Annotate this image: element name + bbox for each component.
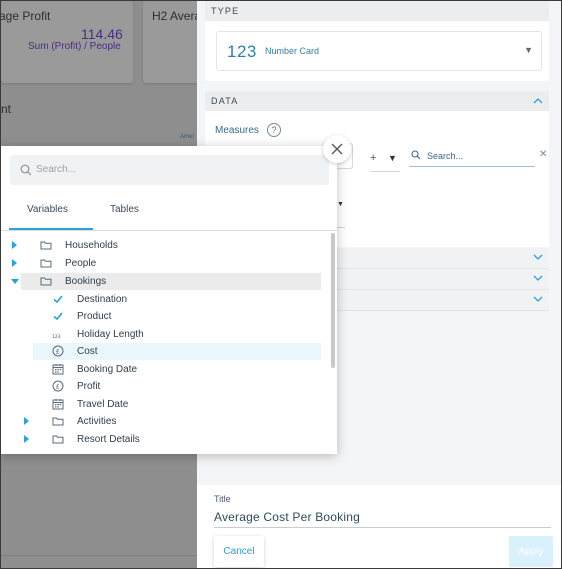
- title-label: Title: [214, 494, 231, 504]
- tree-item-label: Travel Date: [77, 399, 129, 410]
- chart-type-label: Number Card: [265, 46, 320, 56]
- caret-down-icon[interactable]: ▼: [337, 201, 344, 208]
- data-section-heading[interactable]: DATA: [205, 91, 549, 111]
- title-input[interactable]: Average Cost Per Booking: [214, 510, 360, 524]
- divider: [337, 227, 345, 228]
- tree-item-label: Activities: [77, 416, 117, 427]
- expand-arrow-icon[interactable]: [24, 417, 29, 425]
- tree-item-label: Destination: [77, 294, 128, 305]
- app-window: age Profit 114.46 Sum (Profit) / People …: [0, 0, 562, 569]
- chevron-down-icon[interactable]: [533, 294, 543, 304]
- footer: Title Average Cost Per Booking Cancel Ap…: [197, 485, 561, 568]
- cancel-button[interactable]: Cancel: [214, 536, 264, 567]
- svg-text:₁₂₃: ₁₂₃: [52, 332, 61, 340]
- tree-item-holiday-length[interactable]: ₁₂₃ Holiday Length: [33, 326, 321, 343]
- chevron-down-icon[interactable]: [533, 273, 543, 283]
- folder-icon: [40, 241, 52, 250]
- close-popup-button[interactable]: [323, 135, 351, 163]
- tree-item-label: Households: [65, 240, 118, 251]
- partial-text: nt: [1, 102, 12, 116]
- tree-item-label: Cost: [77, 346, 98, 357]
- tree-item-label: Holiday Length: [77, 329, 144, 340]
- tab-tables[interactable]: Tables: [110, 204, 139, 215]
- tree-item-resort-details[interactable]: Resort Details: [1, 431, 321, 448]
- tree-item-label: Bookings: [65, 276, 107, 287]
- search-icon: [20, 164, 32, 176]
- apply-button[interactable]: Apply: [509, 536, 553, 567]
- scrollbar-thumb[interactable]: [331, 233, 335, 368]
- tree-item-label: Booking Date: [77, 364, 138, 375]
- numeric-icon: ₁₂₃: [52, 332, 61, 340]
- chart-type-select[interactable]: 123 Number Card ▼: [216, 31, 542, 71]
- tree-item-households[interactable]: Households: [1, 237, 321, 254]
- calendar-icon: [52, 364, 64, 375]
- variable-search-input[interactable]: Search...: [10, 155, 329, 185]
- chevron-up-icon[interactable]: [533, 96, 543, 106]
- currency-icon: £: [52, 380, 64, 392]
- folder-icon: [40, 259, 52, 268]
- variable-search-placeholder: Search...: [36, 164, 77, 175]
- folder-icon: [40, 277, 52, 286]
- check-icon: [53, 295, 63, 304]
- help-icon[interactable]: ?: [267, 123, 281, 137]
- operator-plus: +: [370, 152, 377, 164]
- svg-text:£: £: [56, 383, 60, 391]
- search-icon: [411, 150, 421, 160]
- check-icon: [53, 312, 63, 321]
- collapse-arrow-icon[interactable]: [11, 279, 19, 284]
- mini-label: Amer: [180, 134, 195, 140]
- measure-search-placeholder: Search...: [427, 151, 464, 161]
- operator-underline: [370, 171, 400, 172]
- tree-item-cost[interactable]: £ Cost: [33, 343, 321, 360]
- tree-item-label: Product: [77, 311, 112, 322]
- metric-card-title: H2 Avera: [152, 9, 202, 23]
- tree-item-label: Resort Details: [77, 434, 140, 445]
- close-icon: [331, 143, 343, 155]
- variable-picker: Search... Variables Tables Households Pe…: [1, 146, 337, 454]
- metric-card-value: 114.46: [81, 26, 123, 42]
- metric-card-subtitle: Sum (Profit) / People: [28, 41, 121, 52]
- operator-caret-icon[interactable]: ▼: [388, 153, 397, 163]
- metric-card-title: age Profit: [0, 9, 51, 23]
- chevron-down-icon[interactable]: [533, 252, 543, 262]
- folder-icon: [52, 417, 64, 426]
- metric-card[interactable]: age Profit 114.46 Sum (Profit) / People: [1, 1, 133, 83]
- tree-item-label: Profit: [77, 381, 101, 392]
- svg-text:£: £: [56, 348, 60, 356]
- title-underline: [214, 527, 551, 528]
- tree-item-destination[interactable]: Destination: [33, 291, 321, 308]
- number-card-icon: 123: [227, 42, 257, 61]
- expand-arrow-icon[interactable]: [12, 259, 17, 267]
- measure-search-input[interactable]: Search...: [409, 147, 535, 167]
- expand-arrow-icon[interactable]: [12, 241, 17, 249]
- expand-arrow-icon[interactable]: [24, 435, 29, 443]
- tree-item-label: People: [65, 258, 97, 269]
- type-section-heading: TYPE: [205, 1, 549, 21]
- divider: [1, 555, 201, 556]
- currency-icon: £: [52, 345, 64, 357]
- type-section: 123 Number Card ▼: [205, 21, 549, 81]
- tree-item-bookings[interactable]: Bookings: [11, 273, 321, 290]
- tree-item-profit[interactable]: £ Profit: [33, 378, 321, 395]
- tabs-divider: [1, 230, 337, 231]
- tree-item-travel-date[interactable]: Travel Date: [33, 396, 321, 413]
- measures-label: Measures: [215, 125, 259, 136]
- calendar-icon: [52, 399, 64, 410]
- data-section-title: DATA: [211, 96, 239, 106]
- variable-tree: Households People Bookings Destination P…: [1, 237, 337, 454]
- caret-down-icon: ▼: [524, 45, 533, 55]
- tree-item-people[interactable]: People: [1, 255, 321, 272]
- metric-card[interactable]: H2 Avera: [143, 1, 201, 83]
- tree-item-activities[interactable]: Activities: [1, 413, 321, 430]
- folder-icon: [52, 435, 64, 444]
- clear-icon[interactable]: ✕: [539, 149, 547, 160]
- tab-variables[interactable]: Variables: [27, 204, 68, 215]
- tree-item-product[interactable]: Product: [33, 308, 321, 325]
- tree-item-booking-date[interactable]: Booking Date: [33, 361, 321, 378]
